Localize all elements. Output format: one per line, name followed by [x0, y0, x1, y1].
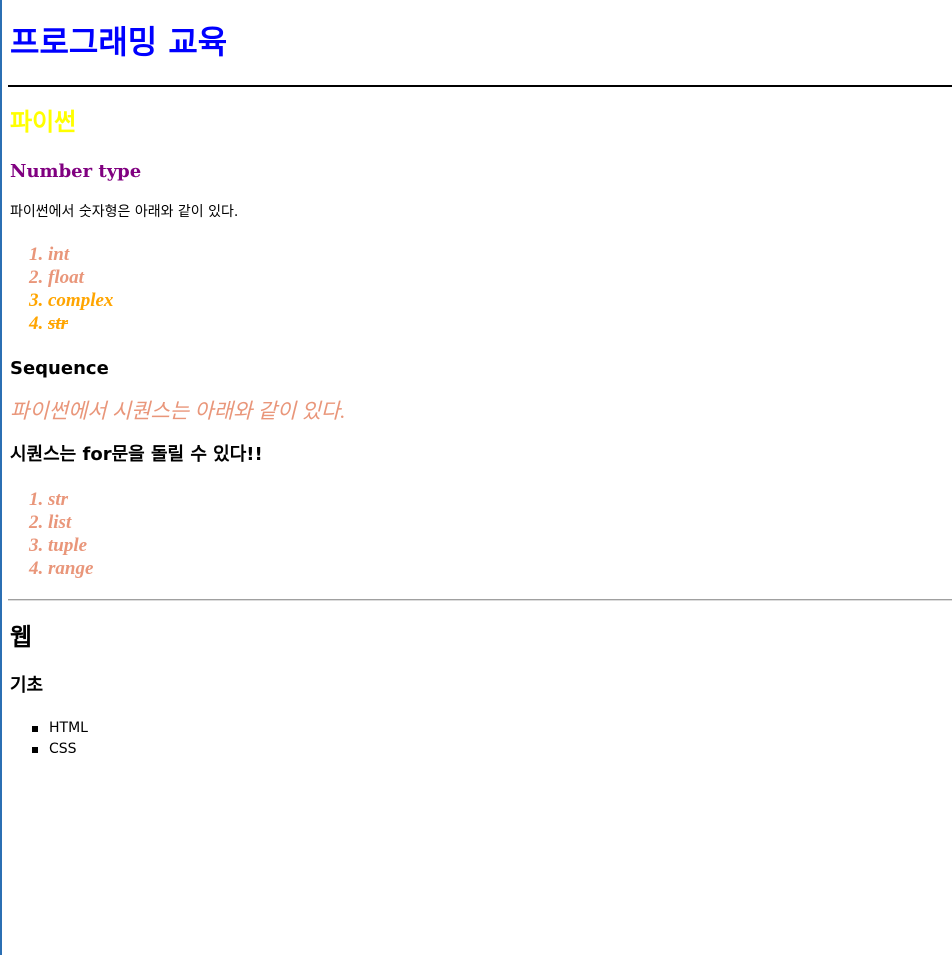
basics-list: HTML CSS [30, 718, 88, 760]
title-divider [8, 85, 952, 87]
number-type-description: 파이썬에서 숫자형은 아래와 같이 있다. [10, 204, 239, 220]
list-item-label: CSS [49, 741, 77, 757]
number-type-list: 1. int 2. float 3. complex 4. str [29, 243, 113, 335]
window-left-border [0, 0, 2, 955]
list-item: HTML [30, 718, 88, 739]
square-bullet-icon [32, 726, 38, 732]
sequence-description: 파이썬에서 시퀀스는 아래와 같이 있다. [10, 399, 346, 423]
sequence-for-note: 시퀀스는 for문을 돌릴 수 있다!! [10, 444, 263, 465]
list-item-strike-text: 4. str [29, 313, 69, 334]
number-type-heading: Number type [10, 161, 142, 182]
list-item: CSS [30, 739, 88, 760]
sequence-list: 1. str 2. list 3. tuple 4. range [29, 488, 93, 580]
list-item: 2. float [29, 267, 84, 288]
basics-heading: 기초 [10, 675, 44, 696]
python-heading: 파이썬 [10, 108, 77, 136]
square-bullet-icon [32, 747, 38, 753]
web-heading: 웹 [10, 623, 33, 651]
list-item: 4. range [29, 558, 94, 579]
list-item: 1. str [29, 489, 69, 510]
sequence-heading: Sequence [10, 358, 109, 379]
list-item-label: HTML [49, 720, 88, 736]
list-item-strikethrough: 4. str [29, 312, 113, 335]
list-item: 3. complex [29, 290, 114, 311]
page-title: 프로그래밍 교육 [10, 23, 228, 61]
list-item: 3. tuple [29, 535, 88, 556]
section-divider [8, 599, 952, 601]
list-item: 1. int [29, 244, 70, 265]
list-item: 2. list [29, 512, 72, 533]
